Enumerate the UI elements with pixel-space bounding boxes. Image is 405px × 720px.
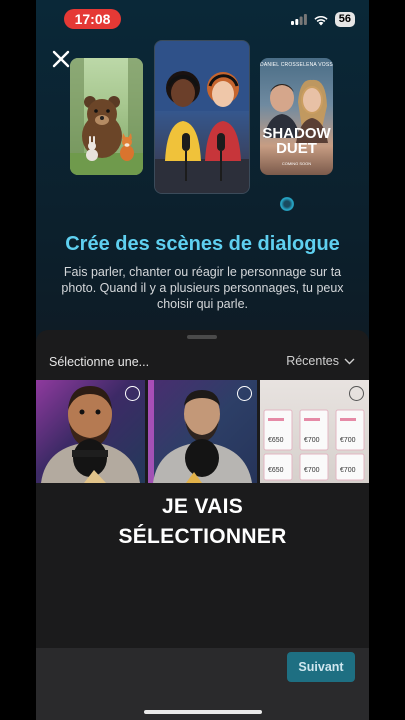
app-screen: 17:08 56 DANIEL CROSS ELENA VOSS SHADOW … bbox=[36, 0, 369, 720]
poster-name-right: ELENA VOSS bbox=[299, 62, 333, 68]
picker-label: Sélectionne une... bbox=[49, 355, 150, 369]
poster-title: SHADOW DUET bbox=[260, 126, 333, 156]
page-title: Crée des scènes de dialogue bbox=[65, 233, 340, 255]
movie-poster-card[interactable]: DANIEL CROSS ELENA VOSS SHADOW DUET COMI… bbox=[260, 58, 333, 175]
price-label: €700 bbox=[340, 437, 356, 444]
wifi-icon bbox=[314, 15, 328, 25]
close-icon[interactable] bbox=[50, 48, 72, 70]
price-label: €700 bbox=[304, 437, 320, 444]
price-label: €700 bbox=[304, 467, 320, 474]
select-radio[interactable] bbox=[125, 386, 140, 401]
podcast-scene-card[interactable] bbox=[154, 40, 250, 194]
select-radio[interactable] bbox=[349, 386, 364, 401]
select-radio[interactable] bbox=[237, 386, 252, 401]
battery-icon: 56 bbox=[334, 12, 355, 27]
carousel-indicator[interactable] bbox=[280, 197, 294, 211]
price-label: €700 bbox=[340, 467, 356, 474]
bear-illustration bbox=[70, 58, 143, 175]
home-indicator[interactable] bbox=[144, 710, 262, 714]
poster-title-line1: SHADOW bbox=[262, 125, 331, 142]
poster-subtitle: COMING SOON bbox=[281, 161, 312, 166]
caption-line-1: JE VAIS bbox=[161, 495, 244, 518]
status-time: 17:08 bbox=[64, 9, 121, 29]
photo-grid: €650 €700 €700 €650 €700 €700 bbox=[36, 380, 369, 483]
price-label: €650 bbox=[268, 467, 284, 474]
chevron-down-icon bbox=[344, 358, 355, 364]
thumbnail-cartoon-podcaster[interactable] bbox=[36, 380, 145, 483]
movie-poster-art bbox=[264, 79, 328, 143]
poster-cast-names: DANIEL CROSS ELENA VOSS bbox=[260, 62, 333, 68]
page-description: Fais parler, chanter ou réagir le person… bbox=[61, 265, 344, 311]
bottom-action-bar: Suivant bbox=[36, 648, 369, 720]
next-button[interactable]: Suivant bbox=[287, 652, 355, 682]
thumbnail-price-cards[interactable]: €650 €700 €700 €650 €700 €700 bbox=[260, 380, 369, 483]
album-filter-label: Récentes bbox=[286, 354, 339, 368]
sheet-handle[interactable] bbox=[187, 335, 217, 339]
video-caption-overlay: JE VAIS SÉLECTIONNER bbox=[36, 492, 369, 552]
podcast-photo bbox=[155, 41, 249, 193]
thumbnail-man-podcaster[interactable] bbox=[148, 380, 257, 483]
poster-name-left: DANIEL CROSS bbox=[260, 62, 300, 68]
status-icons: 56 bbox=[290, 12, 355, 27]
caption-line-2: SÉLECTIONNER bbox=[118, 525, 287, 548]
poster-title-line2: DUET bbox=[276, 140, 317, 157]
bear-scene-card[interactable] bbox=[70, 58, 143, 175]
signal-icon bbox=[290, 14, 307, 25]
photo-picker-sheet: Sélectionne une... Récentes €650 €700 €7… bbox=[36, 330, 369, 720]
price-label: €650 bbox=[268, 437, 284, 444]
album-filter-dropdown[interactable]: Récentes bbox=[286, 354, 355, 368]
status-bar: 17:08 56 bbox=[36, 0, 369, 40]
